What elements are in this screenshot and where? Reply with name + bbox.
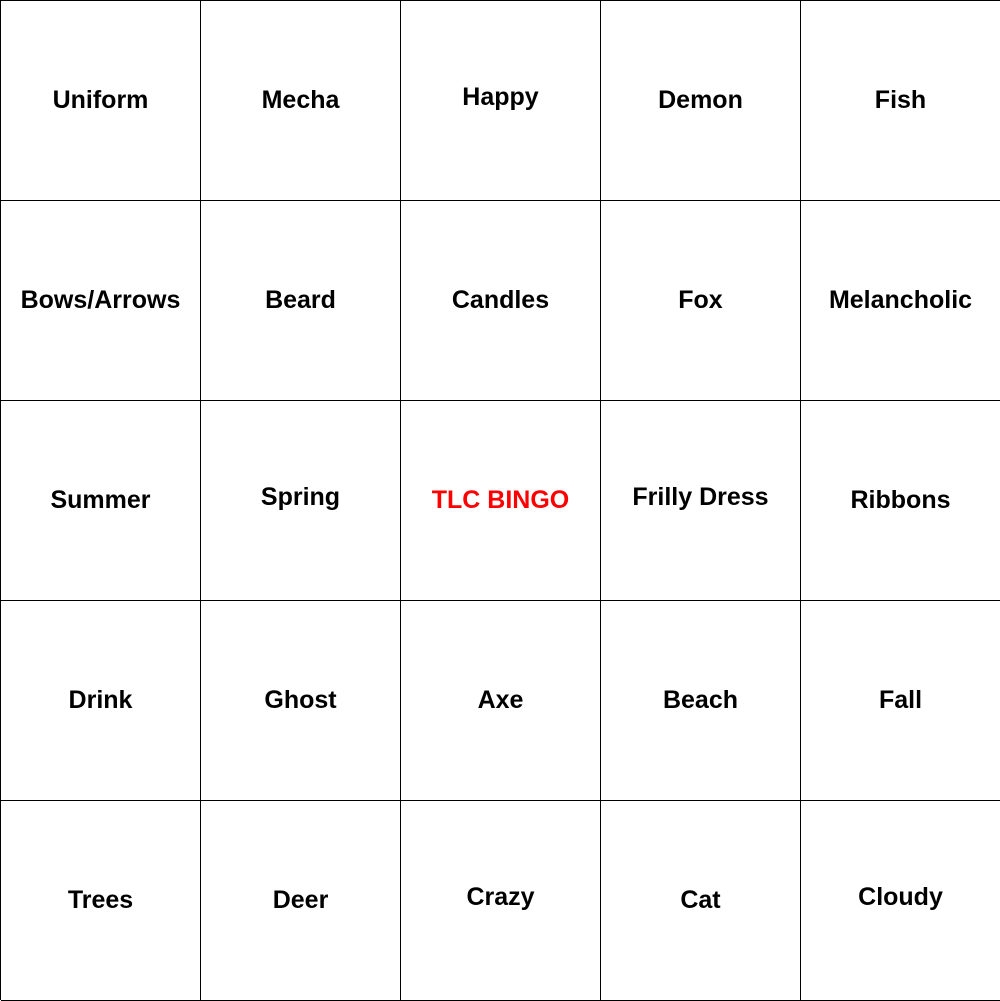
cell-label: Fish — [874, 85, 927, 114]
cell-label: Happy — [462, 82, 539, 111]
cell-label: Trees — [67, 885, 134, 914]
bingo-cell-beach[interactable]: Beach — [601, 601, 801, 801]
bingo-cell-melancholic[interactable]: Melancholic — [801, 201, 1000, 401]
bingo-cell-cat[interactable]: Cat — [601, 801, 801, 1001]
cell-label: Crazy — [466, 882, 535, 911]
cell-label: Melancholic — [828, 285, 973, 314]
bingo-cell-drink[interactable]: Drink — [1, 601, 201, 801]
cell-label: Axe — [477, 685, 524, 714]
bingo-cell-summer[interactable]: Summer — [1, 401, 201, 601]
bingo-board: Uniform Mecha Happy Demon Fish Bows/Arro… — [0, 0, 1000, 1001]
bingo-cell-axe[interactable]: Axe — [401, 601, 601, 801]
bingo-cell-fall[interactable]: Fall — [801, 601, 1000, 801]
cell-label: Frilly Dress — [632, 482, 769, 511]
bingo-free-space[interactable]: TLC BINGO — [401, 401, 601, 601]
cell-label: Fox — [678, 285, 723, 314]
cell-label: Ghost — [264, 685, 337, 714]
cell-label: Cloudy — [858, 882, 943, 911]
cell-label: Candles — [451, 285, 550, 314]
bingo-cell-beard[interactable]: Beard — [201, 201, 401, 401]
cell-label: Cat — [680, 885, 721, 914]
cell-label: Demon — [658, 85, 743, 114]
cell-label: Uniform — [52, 85, 149, 114]
bingo-cell-uniform[interactable]: Uniform — [1, 1, 201, 201]
bingo-cell-ghost[interactable]: Ghost — [201, 601, 401, 801]
bingo-cell-happy[interactable]: Happy — [401, 1, 601, 201]
cell-label: Beard — [265, 285, 336, 314]
bingo-cell-frilly-dress[interactable]: Frilly Dress — [601, 401, 801, 601]
cell-label: Mecha — [261, 85, 340, 114]
bingo-cell-candles[interactable]: Candles — [401, 201, 601, 401]
bingo-cell-spring[interactable]: Spring — [201, 401, 401, 601]
cell-label: Bows/Arrows — [20, 285, 181, 314]
bingo-cell-ribbons[interactable]: Ribbons — [801, 401, 1000, 601]
free-space-label: TLC BINGO — [431, 485, 570, 514]
cell-label: Summer — [50, 485, 151, 514]
bingo-cell-fish[interactable]: Fish — [801, 1, 1000, 201]
bingo-cell-trees[interactable]: Trees — [1, 801, 201, 1001]
bingo-cell-bows-arrows[interactable]: Bows/Arrows — [1, 201, 201, 401]
bingo-cell-demon[interactable]: Demon — [601, 1, 801, 201]
bingo-cell-mecha[interactable]: Mecha — [201, 1, 401, 201]
cell-label: Drink — [68, 685, 133, 714]
cell-label: Deer — [272, 885, 329, 914]
cell-label: Fall — [878, 685, 923, 714]
bingo-cell-deer[interactable]: Deer — [201, 801, 401, 1001]
cell-label: Beach — [662, 685, 739, 714]
bingo-cell-cloudy[interactable]: Cloudy — [801, 801, 1000, 1001]
bingo-cell-fox[interactable]: Fox — [601, 201, 801, 401]
cell-label: Ribbons — [850, 485, 951, 514]
cell-label: Spring — [260, 482, 341, 511]
bingo-cell-crazy[interactable]: Crazy — [401, 801, 601, 1001]
